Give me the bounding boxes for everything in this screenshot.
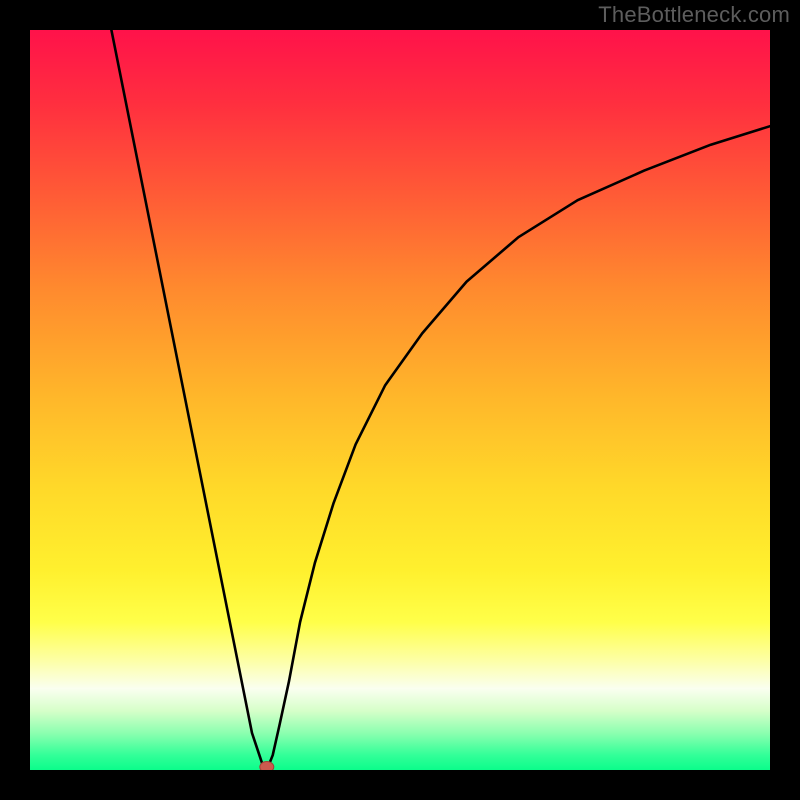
plot-area [30,30,770,770]
chart-svg [30,30,770,770]
optimal-point-marker [260,762,274,771]
gradient-background [30,30,770,770]
chart-canvas: TheBottleneck.com [0,0,800,800]
watermark-text: TheBottleneck.com [598,2,790,28]
